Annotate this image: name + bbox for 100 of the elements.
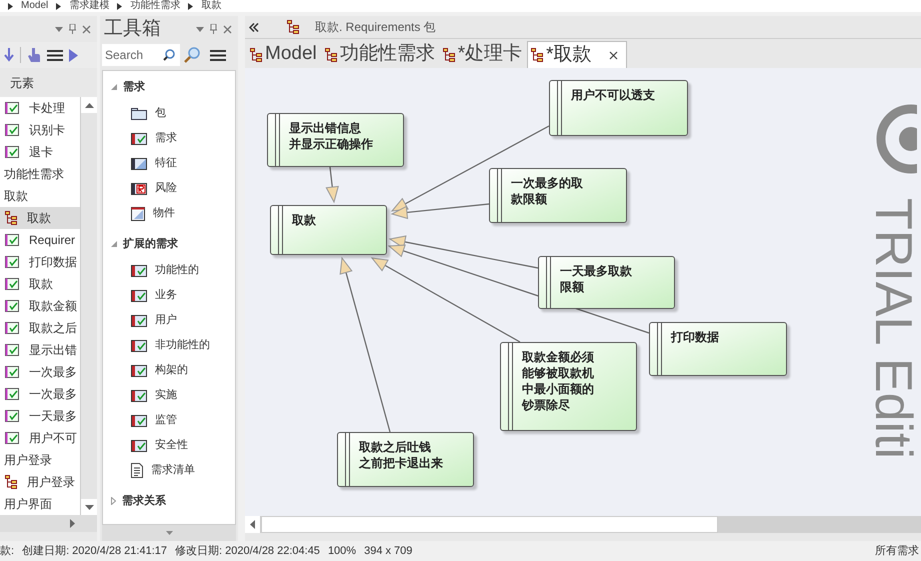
requirement-node[interactable]: 一天最多取款 限额 xyxy=(538,256,675,309)
chevron-right-icon xyxy=(188,2,194,10)
diagram-tab[interactable]: *取款 xyxy=(527,41,627,68)
node-text: 限额 xyxy=(560,279,585,295)
node-text: 能够被取款机 xyxy=(522,365,594,381)
requirement-icon xyxy=(5,300,19,312)
breadcrumb-item[interactable]: 需求建模 xyxy=(69,0,110,12)
diagram-tab[interactable]: 功能性需求 xyxy=(322,41,438,68)
breadcrumb-item[interactable]: 功能性需求 xyxy=(130,0,180,12)
toolbox-item[interactable]: 用户 xyxy=(155,312,177,329)
requirement-icon xyxy=(131,414,147,426)
node-text: 取款金额必须 xyxy=(522,349,594,365)
scroll-down-icon[interactable] xyxy=(84,504,94,510)
status-text: 创建日期: 2020/4/28 21:41:17 xyxy=(22,544,167,559)
hand-pointer-icon[interactable] xyxy=(27,47,41,63)
requirement-node[interactable]: 显示出错信息 并显示正确操作 xyxy=(267,113,404,167)
search-icon[interactable] xyxy=(163,49,175,61)
group-header[interactable]: 需求 xyxy=(123,78,145,96)
requirement-node[interactable]: 取款之后吐钱 之前把卡退出来 xyxy=(337,432,474,487)
requirement-icon xyxy=(131,132,147,144)
search-field[interactable]: Search xyxy=(102,44,180,66)
document-icon xyxy=(131,463,143,478)
double-chevron-left-icon[interactable] xyxy=(249,22,259,32)
requirement-node[interactable]: 用户不可以透支 xyxy=(549,80,688,136)
status-text: 修改日期: 2020/4/28 22:04:45 xyxy=(175,544,320,559)
artifact-icon xyxy=(131,206,145,220)
scroll-down-icon[interactable] xyxy=(166,531,172,535)
search-input[interactable]: Search xyxy=(105,46,163,64)
play-arrow-icon[interactable] xyxy=(69,48,78,62)
node-text: 一次最多的取 xyxy=(511,175,583,191)
diagram-icon xyxy=(324,48,337,62)
node-text: 之前把卡退出来 xyxy=(359,455,443,471)
toolbox-item[interactable]: 物件 xyxy=(153,205,175,222)
requirement-icon xyxy=(5,102,19,114)
diagram-tab[interactable]: Model xyxy=(247,41,320,68)
requirement-icon xyxy=(5,234,19,246)
toolbox-item[interactable]: 包 xyxy=(155,105,166,122)
requirement-icon xyxy=(5,146,19,158)
toolbox-item[interactable]: 构架的 xyxy=(155,362,188,379)
requirement-icon xyxy=(5,432,19,444)
status-text: 100% xyxy=(328,544,356,559)
pin-icon[interactable] xyxy=(69,24,76,34)
requirement-node[interactable]: 取款 xyxy=(270,205,387,255)
expand-triangle-icon[interactable] xyxy=(111,497,116,505)
group-header[interactable]: 扩展的需求 xyxy=(123,236,178,252)
tree-item[interactable]: 取款 xyxy=(0,207,80,229)
toolbox-item[interactable]: 需求清单 xyxy=(151,462,195,479)
breadcrumb-item[interactable]: Model xyxy=(21,0,48,12)
toolbox-item[interactable]: 功能性的 xyxy=(155,262,199,279)
toolbox-item[interactable]: 特征 xyxy=(155,155,177,172)
dropdown-icon[interactable] xyxy=(55,26,63,32)
arrow-down-icon[interactable] xyxy=(4,48,14,62)
chevron-right-icon xyxy=(117,2,122,10)
toolbox-item[interactable]: 监管 xyxy=(155,412,177,429)
collapse-triangle-icon[interactable] xyxy=(111,241,117,247)
requirement-icon xyxy=(5,322,19,334)
diagram-icon xyxy=(442,48,455,62)
close-icon[interactable] xyxy=(608,50,618,60)
menu-icon[interactable] xyxy=(210,50,226,60)
node-text: 钞票除尽 xyxy=(522,397,571,413)
requirement-icon xyxy=(131,340,147,352)
panel-title: 工具箱 xyxy=(104,16,162,41)
toolbox-item[interactable]: 实施 xyxy=(155,387,177,404)
menu-icon[interactable] xyxy=(47,50,63,60)
toolbox-item[interactable]: 非功能性的 xyxy=(155,337,210,354)
node-text: 取款 xyxy=(292,212,316,228)
status-text: 款: xyxy=(0,544,14,559)
node-text: 取款之后吐钱 xyxy=(359,439,432,455)
scroll-left-icon[interactable] xyxy=(250,520,255,529)
node-text: 中最小面额的 xyxy=(522,381,594,397)
diagram-tab[interactable]: *处理卡 xyxy=(440,41,526,68)
node-text: 一天最多取款 xyxy=(560,263,632,279)
requirement-node[interactable]: 一次最多的取 款限额 xyxy=(489,168,627,223)
diagram-title: 取款. Requirements 包 xyxy=(315,19,436,36)
toolbox-item[interactable]: 业务 xyxy=(155,287,177,304)
vertical-scrollbar[interactable] xyxy=(80,97,97,515)
breadcrumb-item[interactable]: 取款 xyxy=(201,0,222,12)
requirement-icon xyxy=(5,366,19,378)
group-header[interactable]: 需求关系 xyxy=(122,492,166,510)
node-text: 显示出错信息 xyxy=(289,120,362,136)
scroll-right-icon[interactable] xyxy=(70,519,75,528)
requirement-node[interactable]: 打印数据 xyxy=(649,322,787,376)
toolbox-item[interactable]: 风险 xyxy=(155,180,177,197)
chevron-right-icon xyxy=(8,2,13,10)
diagram-icon xyxy=(5,475,17,489)
diagram-icon xyxy=(531,48,544,62)
requirement-node[interactable]: 取款金额必须 能够被取款机 中最小面额的 钞票除尽 xyxy=(500,342,637,431)
toolbox-item[interactable]: 安全性 xyxy=(155,437,188,454)
feature-icon xyxy=(131,158,147,170)
package-icon xyxy=(131,108,147,120)
scroll-up-icon[interactable] xyxy=(84,102,94,108)
pin-icon[interactable] xyxy=(210,24,217,34)
requirement-icon xyxy=(131,290,147,302)
scrollbar-thumb[interactable] xyxy=(261,516,718,533)
requirement-icon xyxy=(5,410,19,422)
diagram-icon xyxy=(287,20,299,34)
collapse-triangle-icon[interactable] xyxy=(111,84,117,90)
toolbox-item[interactable]: 需求 xyxy=(155,130,177,147)
watermark-text: TRIAL Editi xyxy=(867,198,919,460)
dropdown-icon[interactable] xyxy=(196,26,204,32)
